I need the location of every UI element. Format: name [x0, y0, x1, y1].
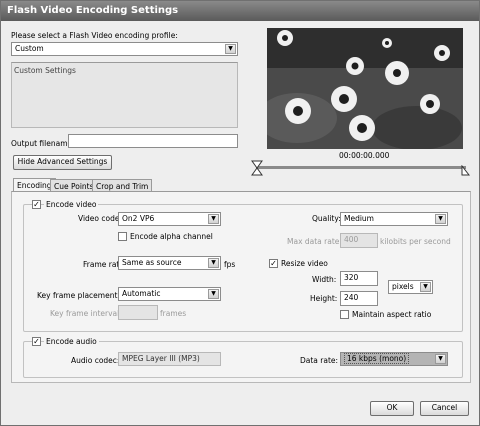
- profile-description-box: Custom Settings: [11, 62, 238, 128]
- checkmark-icon: ✓: [33, 337, 40, 346]
- resize-video-checkbox[interactable]: ✓: [269, 259, 278, 268]
- encoding-settings-window: Flash Video Encoding Settings Please sel…: [0, 0, 480, 426]
- quality-label: Quality:: [312, 214, 341, 223]
- audio-codec-label: Audio codec:: [71, 356, 120, 365]
- timecode: 00:00:00.000: [339, 151, 390, 160]
- out-point-icon[interactable]: [460, 165, 470, 176]
- cancel-button[interactable]: Cancel: [420, 401, 469, 416]
- max-data-rate-label: Max data rate:: [287, 237, 342, 246]
- window-title: Flash Video Encoding Settings: [1, 1, 479, 21]
- encode-alpha-checkbox[interactable]: [118, 232, 127, 241]
- encode-alpha-label: Encode alpha channel: [130, 232, 213, 241]
- chevron-down-icon: ▼: [208, 258, 219, 268]
- height-label: Height:: [310, 294, 338, 303]
- frames-unit: frames: [160, 309, 187, 318]
- video-preview: [267, 28, 463, 149]
- scrubber-track: [256, 166, 466, 169]
- frame-rate-select[interactable]: Same as source ▼: [118, 256, 221, 270]
- ok-button[interactable]: OK: [370, 401, 414, 416]
- output-filename-label: Output filename:: [11, 139, 75, 148]
- chevron-down-icon: ▼: [420, 282, 431, 292]
- profile-description: Custom Settings: [14, 66, 76, 75]
- units-select[interactable]: pixels ▼: [388, 280, 433, 294]
- chevron-down-icon: ▼: [435, 214, 446, 224]
- flower-preview-image: [267, 28, 463, 149]
- keyframe-placement-label: Key frame placement:: [37, 291, 120, 300]
- max-data-rate-unit: kilobits per second: [380, 237, 451, 246]
- in-point-icon[interactable]: [251, 160, 263, 176]
- frame-rate-value: Same as source: [122, 258, 182, 267]
- preview-scrubber[interactable]: [251, 160, 471, 176]
- chevron-down-icon: ▼: [435, 354, 446, 364]
- video-group: ✓ Encode video Video codec: On2 VP6 ▼ En…: [23, 200, 463, 332]
- audio-codec-value: MPEG Layer III (MP3): [122, 354, 200, 363]
- profile-value: Custom: [15, 44, 44, 53]
- keyframe-placement-select[interactable]: Automatic ▼: [118, 287, 221, 301]
- data-rate-select[interactable]: 16 kbps (mono) ▼: [340, 352, 448, 366]
- keyframe-placement-value: Automatic: [122, 289, 161, 298]
- units-value: pixels: [392, 282, 414, 291]
- encode-video-checkbox[interactable]: ✓: [32, 200, 41, 209]
- encode-audio-checkbox[interactable]: ✓: [32, 337, 41, 346]
- chevron-down-icon: ▼: [208, 289, 219, 299]
- maintain-aspect-checkbox[interactable]: [340, 310, 349, 319]
- maintain-aspect-label: Maintain aspect ratio: [352, 310, 432, 319]
- quality-value: Medium: [344, 214, 374, 223]
- encode-video-label: Encode video: [44, 200, 99, 209]
- data-rate-value: 16 kbps (mono): [344, 353, 410, 364]
- audio-group: ✓ Encode audio Audio codec: MPEG Layer I…: [23, 337, 463, 378]
- output-filename-input[interactable]: [68, 134, 238, 148]
- keyframe-interval-label: Key frame interval:: [50, 309, 122, 318]
- audio-codec-select[interactable]: MPEG Layer III (MP3): [118, 352, 221, 366]
- hide-advanced-settings-button[interactable]: Hide Advanced Settings: [13, 155, 112, 170]
- keyframe-interval-input[interactable]: [118, 305, 158, 320]
- video-codec-value: On2 VP6: [122, 214, 155, 223]
- video-codec-select[interactable]: On2 VP6 ▼: [118, 212, 221, 226]
- encode-audio-label: Encode audio: [44, 337, 99, 346]
- checkmark-icon: ✓: [33, 200, 40, 209]
- fps-unit: fps: [224, 260, 236, 269]
- data-rate-label: Data rate:: [300, 356, 339, 365]
- height-input[interactable]: 240: [340, 291, 378, 306]
- chevron-down-icon: ▼: [208, 214, 219, 224]
- width-input[interactable]: 320: [340, 271, 378, 286]
- resize-video-label: Resize video: [281, 259, 328, 268]
- encoding-tab-panel: ✓ Encode video Video codec: On2 VP6 ▼ En…: [11, 191, 471, 383]
- chevron-down-icon: ▼: [225, 44, 236, 54]
- profile-label: Please select a Flash Video encoding pro…: [11, 31, 178, 40]
- width-label: Width:: [312, 275, 337, 284]
- profile-select[interactable]: Custom ▼: [11, 42, 238, 56]
- quality-select[interactable]: Medium ▼: [340, 212, 448, 226]
- checkmark-icon: ✓: [270, 259, 277, 268]
- max-data-rate-input[interactable]: 400: [340, 233, 378, 248]
